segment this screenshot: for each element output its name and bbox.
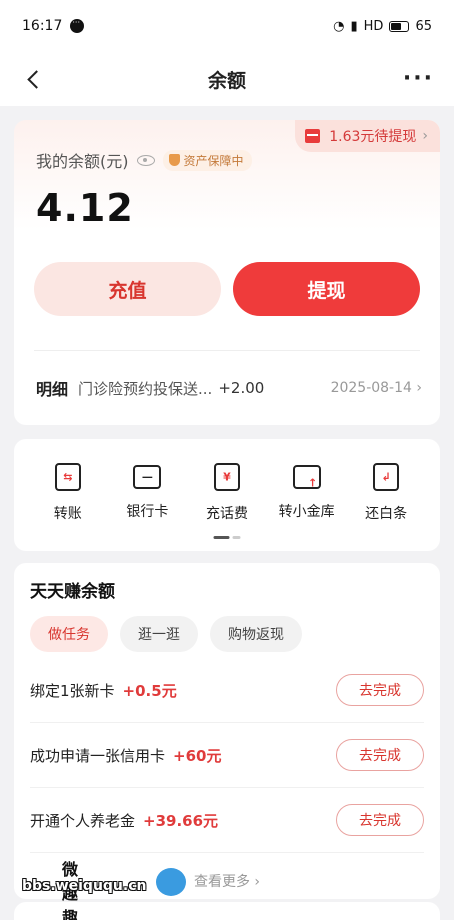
tool-transfer[interactable]: ⇆ 转账: [28, 463, 108, 523]
back-arrow-icon: [26, 69, 46, 89]
task-row: 开通个人养老金 +39.66元 去完成: [30, 788, 424, 853]
tool-vault[interactable]: ↑ 转小金库: [267, 463, 347, 523]
network-label: HD: [363, 18, 384, 34]
back-button[interactable]: [18, 64, 48, 94]
asset-guard-label: 资产保障中: [183, 153, 244, 168]
divider: [34, 350, 420, 351]
task-row: 绑定1张新卡 +0.5元 去完成: [30, 658, 424, 723]
transfer-icon: ⇆: [54, 463, 81, 491]
task-title: 绑定1张新卡: [30, 681, 115, 700]
tool-label: 还白条: [365, 506, 408, 522]
wifi-icon: ◔: [333, 18, 345, 34]
vault-icon: ↑: [292, 465, 321, 490]
asset-guard-badge[interactable]: 资产保障中: [162, 149, 252, 171]
tool-repay[interactable]: ↲ 还白条: [346, 463, 426, 523]
chevron-right-icon: ›: [422, 128, 428, 144]
pending-withdraw-badge[interactable]: 1.63元待提现 ›: [295, 120, 440, 152]
tab-cashback[interactable]: 购物返现: [210, 616, 302, 652]
page-indicator: [213, 536, 241, 539]
detail-amount: +2.00: [218, 379, 265, 397]
tab-tasks[interactable]: 做任务: [30, 616, 108, 652]
detail-date: 2025-08-14: [331, 380, 422, 396]
task-title: 成功申请一张信用卡: [30, 746, 166, 765]
tab-browse[interactable]: 逛一逛: [120, 616, 198, 652]
earn-title: 天天赚余额: [30, 582, 115, 602]
withdraw-button[interactable]: 提现: [233, 262, 420, 316]
bank-card-icon: —: [133, 465, 162, 489]
detail-description: 门诊险预约投保送...: [78, 379, 213, 398]
tool-label: 银行卡: [126, 504, 169, 520]
balance-card: 1.63元待提现 › 我的余额(元) 资产保障中 4.12 充值 提现 明细 门…: [14, 120, 440, 425]
signal-icon: ▮: [350, 18, 358, 34]
earn-card: 天天赚余额 做任务 逛一逛 购物返现 绑定1张新卡 +0.5元 去完成 成功申请…: [14, 563, 440, 899]
eye-icon[interactable]: [136, 154, 155, 166]
notification-icon: [70, 18, 85, 33]
earn-tabs: 做任务 逛一逛 购物返现: [30, 616, 424, 652]
tool-label: 转账: [53, 506, 82, 522]
page-title: 余额: [207, 69, 246, 92]
task-row: 成功申请一张信用卡 +60元 去完成: [30, 723, 424, 788]
red-envelope-icon: [305, 129, 321, 143]
mascot-icon: [156, 868, 186, 896]
balance-label: 我的余额(元): [36, 152, 129, 171]
task-title: 开通个人养老金: [30, 811, 136, 830]
task-reward: +60元: [173, 746, 222, 765]
task-complete-button[interactable]: 去完成: [336, 674, 424, 706]
nav-bar: 余额 ···: [0, 52, 454, 106]
recharge-button[interactable]: 充值: [34, 262, 221, 316]
status-bar: 16:17 ◔ ▮ HD 65: [0, 0, 454, 52]
balance-amount: 4.12: [36, 186, 134, 230]
tool-phone-recharge[interactable]: ¥ 充话费: [187, 463, 267, 523]
shield-icon: [168, 154, 180, 166]
more-menu-icon[interactable]: ···: [403, 66, 434, 91]
battery-icon: [389, 20, 410, 32]
detail-heading: 明细: [36, 380, 69, 399]
tool-label: 充话费: [205, 506, 248, 522]
balance-label-row: 我的余额(元) 资产保障中: [36, 148, 252, 172]
task-complete-button[interactable]: 去完成: [336, 739, 424, 771]
task-reward: +39.66元: [143, 811, 219, 830]
phone-recharge-icon: ¥: [213, 463, 240, 491]
pending-withdraw-label: 1.63元待提现: [329, 129, 417, 145]
tools-card: ⇆ 转账 — 银行卡 ¥ 充话费 ↑ 转小金库 ↲ 还白条: [14, 439, 440, 551]
status-time: 16:17: [22, 18, 63, 34]
watermark-url: bbs.weiququ.cn: [22, 878, 147, 894]
battery-level: 65: [415, 18, 432, 34]
tool-label: 转小金库: [278, 504, 335, 520]
task-complete-button[interactable]: 去完成: [336, 804, 424, 836]
repay-icon: ↲: [373, 463, 400, 491]
detail-row[interactable]: 明细 门诊险预约投保送... +2.00 2025-08-14: [36, 376, 422, 400]
tool-bank-card[interactable]: — 银行卡: [108, 463, 188, 523]
task-reward: +0.5元: [122, 681, 177, 700]
